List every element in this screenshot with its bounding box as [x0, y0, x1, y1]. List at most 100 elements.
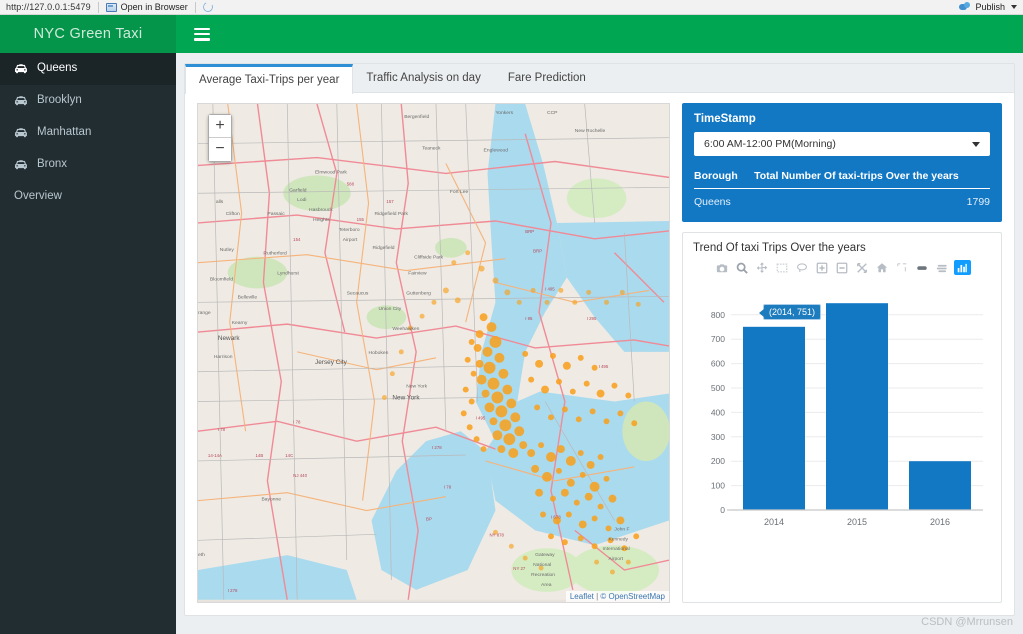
plus-icon: +	[215, 117, 225, 134]
chart-title: Trend Of taxi Trips Over the years	[693, 242, 866, 254]
svg-text:2015: 2015	[847, 517, 867, 527]
column-header-total-trips: Total Number Of taxi-trips Over the year…	[744, 170, 990, 189]
plotly-logo-icon[interactable]	[953, 260, 971, 275]
svg-text:Fort Lee: Fort Lee	[450, 189, 469, 195]
tab-average-taxi-trips-per-year[interactable]: Average Taxi-Trips per year	[185, 64, 354, 94]
sidebar-item-overview[interactable]: Overview	[0, 181, 176, 213]
svg-text:Ridgefield: Ridgefield	[373, 245, 395, 251]
tab-bar: Average Taxi-Trips per year Traffic Anal…	[185, 64, 1014, 94]
svg-text:New York: New York	[406, 384, 427, 390]
zoom-out-button[interactable]: −	[209, 138, 231, 161]
svg-text:I 495: I 495	[545, 286, 555, 291]
svg-text:Teaneck: Teaneck	[422, 146, 441, 152]
tab-label: Traffic Analysis on day	[366, 72, 481, 84]
svg-text:NJ 440: NJ 440	[293, 473, 307, 478]
brand-block: NYC Green Taxi	[0, 15, 176, 53]
sidebar-item-bronx[interactable]: Bronx	[0, 149, 176, 181]
hover-compare-icon[interactable]	[934, 260, 951, 275]
svg-text:700: 700	[711, 334, 725, 344]
leaflet-map[interactable]: Bergenfield Yonkers CCP New Rochelle ers…	[197, 103, 670, 603]
hamburger-menu-icon[interactable]	[194, 27, 210, 41]
zoom-in-icon[interactable]	[814, 260, 831, 275]
hover-closest-icon[interactable]	[914, 260, 931, 275]
camera-icon[interactable]	[714, 260, 731, 275]
spike-lines-icon[interactable]	[894, 260, 911, 275]
tab-traffic-analysis-on-day[interactable]: Traffic Analysis on day	[353, 64, 494, 93]
publish-button[interactable]: Publish	[959, 2, 1017, 12]
svg-text:International: International	[603, 546, 630, 552]
taxi-icon	[14, 96, 28, 106]
svg-text:Yonkers: Yonkers	[495, 110, 513, 116]
svg-text:Nutley: Nutley	[220, 247, 235, 253]
svg-text:155: 155	[357, 217, 365, 222]
map-zoom-control[interactable]: + −	[208, 114, 232, 162]
svg-text:John F: John F	[614, 526, 629, 532]
app-title: NYC Green Taxi	[33, 26, 143, 42]
cell-borough: Queens	[694, 196, 731, 208]
bar-chart-plot[interactable]: 0 100 200 300 400 500 600 700 800 2014 2…	[693, 277, 993, 532]
chevron-down-icon[interactable]	[1011, 5, 1017, 9]
svg-text:alls: alls	[216, 199, 224, 205]
svg-text:Union City: Union City	[378, 306, 401, 312]
svg-text:New York: New York	[392, 394, 420, 401]
svg-text:100: 100	[711, 481, 725, 491]
svg-text:800: 800	[711, 310, 725, 320]
chevron-down-icon	[972, 141, 980, 147]
open-in-browser-button[interactable]: Open in Browser	[105, 2, 188, 12]
zoom-out-icon[interactable]	[834, 260, 851, 275]
zoom-in-button[interactable]: +	[209, 115, 231, 138]
home-reset-axes-icon[interactable]	[874, 260, 891, 275]
taxi-icon	[14, 64, 28, 74]
leaflet-link[interactable]: Leaflet	[570, 592, 594, 601]
refresh-icon[interactable]	[201, 0, 215, 14]
browser-icon	[105, 2, 117, 12]
table-row: Queens 1799	[694, 189, 990, 208]
publish-label: Publish	[975, 2, 1005, 12]
tab-fare-prediction[interactable]: Fare Prediction	[495, 64, 600, 93]
svg-text:Bayonne: Bayonne	[261, 497, 281, 503]
svg-text:Bloomfield: Bloomfield	[210, 276, 233, 282]
minus-icon: −	[215, 140, 225, 157]
content-area: Average Taxi-Trips per year Traffic Anal…	[176, 53, 1023, 634]
svg-text:500: 500	[711, 383, 725, 393]
pan-icon[interactable]	[754, 260, 771, 275]
svg-text:Airport: Airport	[343, 237, 358, 243]
column-header-borough: Borough	[694, 170, 745, 189]
svg-text:Ridgefield Park: Ridgefield Park	[374, 211, 408, 217]
timestamp-dropdown[interactable]: 6:00 AM-12:00 PM(Morning)	[694, 132, 990, 156]
svg-text:Bergenfield: Bergenfield	[404, 114, 429, 120]
svg-text:Garfield: Garfield	[289, 187, 307, 193]
svg-text:Lodi: Lodi	[297, 197, 306, 203]
lasso-select-icon[interactable]	[794, 260, 811, 275]
divider	[97, 1, 99, 13]
svg-text:I 278: I 278	[432, 445, 442, 450]
svg-text:Kearny: Kearny	[232, 320, 248, 326]
sidebar-item-manhattan[interactable]: Manhattan	[0, 117, 176, 149]
bar-2015[interactable]	[826, 303, 888, 510]
sidebar-item-label: Brooklyn	[37, 94, 82, 107]
watermark: CSDN @Mrrunsen	[921, 616, 1013, 628]
sidebar-item-brooklyn[interactable]: Brooklyn	[0, 85, 176, 117]
svg-text:200: 200	[711, 456, 725, 466]
svg-text:Gateway: Gateway	[535, 552, 555, 558]
zoom-icon[interactable]	[734, 260, 751, 275]
sidebar-item-queens[interactable]: Queens	[0, 53, 176, 85]
bar-2016[interactable]	[909, 461, 971, 510]
open-in-browser-label: Open in Browser	[120, 2, 188, 12]
svg-text:2014: 2014	[764, 517, 784, 527]
x-axis-ticks: 2014 2015 2016	[764, 517, 950, 527]
box-select-icon[interactable]	[774, 260, 791, 275]
autoscale-icon[interactable]	[854, 260, 871, 275]
svg-text:I 78: I 78	[293, 419, 301, 424]
svg-text:NY 27: NY 27	[513, 566, 526, 571]
svg-text:Jersey City: Jersey City	[315, 359, 348, 366]
plotly-modebar[interactable]	[693, 256, 991, 277]
svg-text:Secaucus: Secaucus	[347, 290, 369, 296]
svg-text:I 495: I 495	[599, 364, 609, 369]
map-attribution[interactable]: Leaflet | © OpenStreetMap	[565, 591, 669, 602]
bar-2014[interactable]	[743, 326, 805, 510]
tab-label: Average Taxi-Trips per year	[199, 74, 340, 86]
svg-text:BP: BP	[426, 516, 432, 521]
svg-text:Belleville: Belleville	[238, 294, 258, 300]
openstreetmap-link[interactable]: © OpenStreetMap	[600, 592, 665, 601]
